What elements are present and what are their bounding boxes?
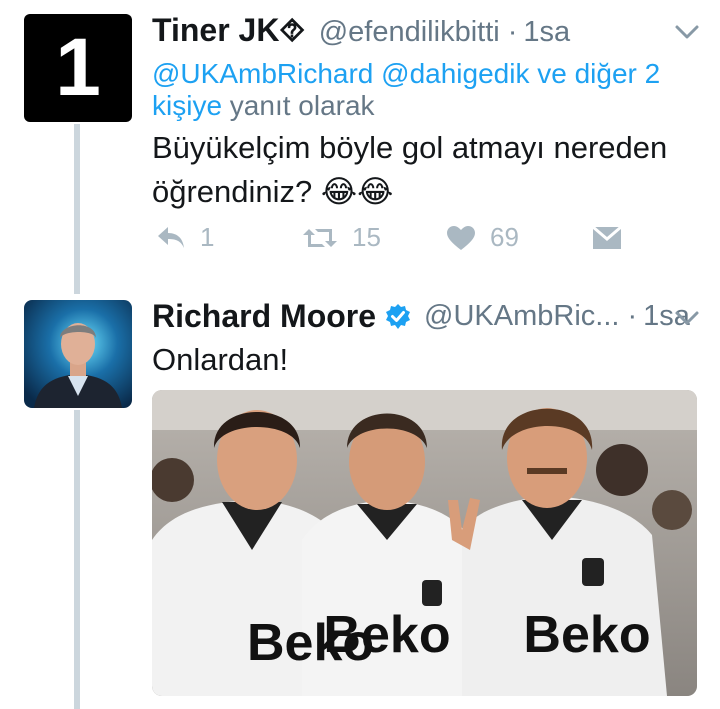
thread-line-top [74,124,80,294]
retweet-count: 15 [352,222,381,252]
display-name[interactable]: Tiner JK⯑ [152,12,305,50]
retweet-icon [303,228,337,247]
tweet-text-line: öğrendiniz? 😂😂 [152,174,394,209]
verified-badge-icon [386,303,411,329]
like-count: 69 [490,222,519,252]
tweet-photo[interactable]: Beko Beko Beko [152,390,697,696]
reply-to-line1[interactable]: @UKAmbRichard @dahigedik ve diğer 2 [152,58,660,90]
avatar-number: 1 [55,22,101,113]
football-players-photo: Beko Beko Beko [152,390,697,696]
chevron-down-icon[interactable] [674,24,700,40]
reply-others-link[interactable]: kişiye [152,90,222,121]
separator: · [507,16,518,48]
tweet-text: Onlardan! [152,342,289,377]
reply-count: 1 [200,222,215,252]
avatar[interactable] [24,300,132,408]
handle[interactable]: @efendilikbitti [319,16,500,49]
shirt-text: Beko [523,606,650,664]
display-name[interactable]: Richard Moore [152,298,376,335]
reply-button[interactable]: 1 [156,222,214,253]
chevron-down-icon[interactable] [674,310,700,326]
direct-message-icon[interactable] [592,226,622,250]
reply-context-text: yanıt olarak [222,90,375,121]
tweet-text: Büyükelçim böyle gol atmayı nereden öğre… [152,126,667,214]
tweet2-header: Richard Moore @UKAmbRic... · 1sa [152,298,690,335]
handle[interactable]: @UKAmbRic... [424,300,619,333]
retweet-button[interactable]: 15 [302,222,381,253]
shirt-text: Beko [323,606,450,664]
tweet-text-line: Büyükelçim böyle gol atmayı nereden [152,130,668,165]
profile-photo [24,300,132,408]
tweet1-header: Tiner JK⯑ @efendilikbitti · 1sa [152,12,570,50]
like-button[interactable]: 69 [446,222,519,253]
reply-mentions[interactable]: @UKAmbRichard @dahigedik ve diğer 2 [152,58,660,89]
separator: · [627,300,638,332]
reply-icon [158,226,184,248]
heart-icon [447,225,475,250]
reply-to-line2: kişiye yanıt olarak [152,90,375,122]
avatar[interactable]: 1 [24,14,132,122]
timestamp[interactable]: 1sa [523,16,570,49]
thread-line-bottom [74,410,80,709]
